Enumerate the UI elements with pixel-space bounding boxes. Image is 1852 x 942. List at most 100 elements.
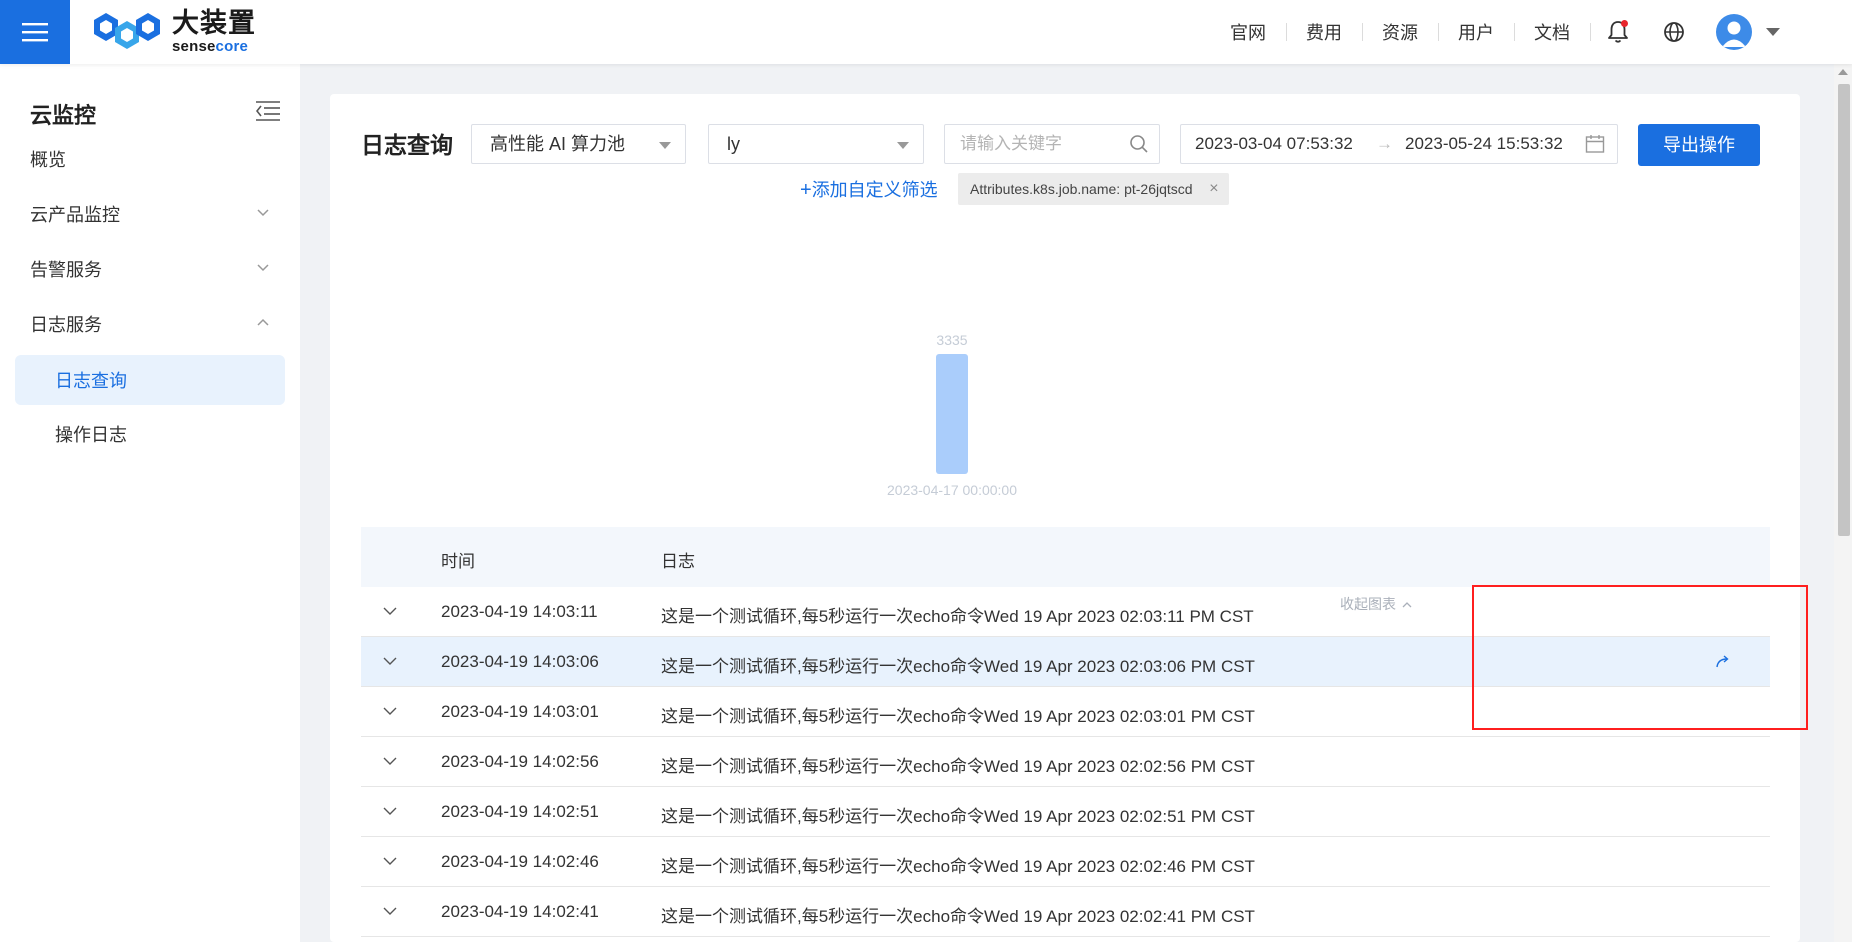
row-time: 2023-04-19 14:02:41 (441, 902, 599, 921)
project-select-value: ly (727, 134, 740, 154)
row-time: 2023-04-19 14:03:01 (441, 702, 599, 721)
chevron-down-icon (1766, 28, 1780, 36)
table-row[interactable]: 2023-04-19 14:02:46 这是一个测试循环,每5秒运行一次echo命… (361, 837, 1770, 887)
nav-resources[interactable]: 资源 (1362, 19, 1438, 45)
table-row[interactable]: 2023-04-19 14:03:06 这是一个测试循环,每5秒运行一次echo命… (361, 637, 1770, 687)
table-row[interactable]: 2023-04-19 14:03:11 这是一个测试循环,每5秒运行一次echo命… (361, 587, 1770, 637)
row-time: 2023-04-19 14:02:56 (441, 752, 599, 771)
top-nav: 官网 费用 资源 用户 文档 (1210, 0, 1852, 64)
table-row[interactable]: 2023-04-19 14:02:51 这是一个测试循环,每5秒运行一次echo命… (361, 787, 1770, 837)
chevron-down-icon[interactable] (383, 654, 397, 668)
sidebar-item-label: 概览 (30, 150, 66, 170)
sidebar-subitem-label: 日志查询 (55, 371, 127, 391)
sidebar-subitem-log-query[interactable]: 日志查询 (15, 355, 285, 405)
chevron-down-icon (897, 142, 909, 149)
chart-x-tick-label: 2023-04-17 00:00:00 (887, 482, 1017, 498)
row-log-message: 这是一个测试循环,每5秒运行一次echo命令Wed 19 Apr 2023 02… (661, 757, 1255, 776)
export-button[interactable]: 导出操作 (1638, 124, 1760, 166)
keyword-search (944, 124, 1160, 164)
add-filter-label: 添加自定义筛选 (811, 180, 938, 200)
sidebar-item-label: 日志服务 (30, 315, 102, 335)
sidebar-item-cloud-product-monitoring[interactable]: 云产品监控 (30, 201, 270, 227)
filter-tag: Attributes.k8s.job.name: pt-26jqtscd × (958, 173, 1229, 205)
logo-subtitle: sensecore (172, 38, 249, 55)
chevron-down-icon (257, 264, 269, 272)
chevron-down-icon[interactable] (383, 804, 397, 818)
sidebar-title: 云监控 (30, 103, 97, 128)
globe-icon (1664, 22, 1684, 42)
row-time: 2023-04-19 14:02:46 (441, 852, 599, 871)
column-header-log: 日志 (661, 552, 695, 571)
column-header-time: 时间 (441, 552, 475, 571)
chevron-down-icon[interactable] (383, 754, 397, 768)
table-row[interactable]: 2023-04-19 14:02:41 这是一个测试循环,每5秒运行一次echo命… (361, 887, 1770, 937)
logo-title: 大装置 (172, 8, 256, 38)
share-icon[interactable] (1715, 653, 1731, 669)
table-body: 2023-04-19 14:03:11 这是一个测试循环,每5秒运行一次echo命… (361, 587, 1770, 937)
date-start: 2023-03-04 07:53:32 (1195, 134, 1353, 153)
nav-billing[interactable]: 费用 (1286, 19, 1362, 45)
project-select[interactable]: ly (708, 124, 924, 164)
row-time: 2023-04-19 14:03:06 (441, 652, 599, 671)
sidebar-item-label: 云产品监控 (30, 205, 120, 225)
close-icon[interactable]: × (1209, 173, 1218, 205)
nav-users[interactable]: 用户 (1438, 19, 1514, 45)
chevron-down-icon (257, 209, 269, 217)
search-input[interactable] (958, 125, 1132, 163)
add-custom-filter-button[interactable]: +添加自定义筛选 (800, 176, 938, 202)
table-header: 时间 日志 (361, 527, 1770, 587)
chevron-up-icon (257, 318, 269, 326)
page-title: 日志查询 (361, 132, 453, 158)
row-log-message: 这是一个测试循环,每5秒运行一次echo命令Wed 19 Apr 2023 02… (661, 707, 1255, 726)
user-avatar-icon (1716, 14, 1752, 50)
sidebar-item-label: 告警服务 (30, 260, 102, 280)
language-button[interactable] (1646, 0, 1702, 64)
sensecore-logo-icon (94, 13, 160, 49)
sidebar: 云监控 概览 云产品监控 告警服务 日志服务 日志查询 操作日志 (0, 64, 300, 942)
row-log-message: 这是一个测试循环,每5秒运行一次echo命令Wed 19 Apr 2023 02… (661, 657, 1255, 676)
chevron-down-icon[interactable] (383, 854, 397, 868)
nav-official-site[interactable]: 官网 (1210, 19, 1286, 45)
row-log-message: 这是一个测试循环,每5秒运行一次echo命令Wed 19 Apr 2023 02… (661, 607, 1254, 626)
row-log-message: 这是一个测试循环,每5秒运行一次echo命令Wed 19 Apr 2023 02… (661, 907, 1255, 926)
row-log-message: 这是一个测试循环,每5秒运行一次echo命令Wed 19 Apr 2023 02… (661, 857, 1255, 876)
sidebar-collapse-icon[interactable] (256, 100, 280, 122)
top-header: 大装置 sensecore 官网 费用 资源 用户 文档 (0, 0, 1852, 64)
pool-select[interactable]: 高性能 AI 算力池 (471, 124, 686, 164)
row-log-message: 这是一个测试循环,每5秒运行一次echo命令Wed 19 Apr 2023 02… (661, 807, 1255, 826)
plus-icon: + (800, 179, 812, 201)
table-row[interactable]: 2023-04-19 14:02:56 这是一个测试循环,每5秒运行一次echo命… (361, 737, 1770, 787)
menu-icon (22, 23, 48, 42)
row-time: 2023-04-19 14:03:11 (441, 602, 598, 621)
brand-logo[interactable]: 大装置 sensecore (92, 8, 256, 56)
chevron-down-icon[interactable] (383, 604, 397, 618)
chart-bar[interactable] (936, 354, 968, 474)
sidebar-item-log-service[interactable]: 日志服务 (30, 311, 270, 337)
date-separator: → (1376, 134, 1393, 153)
menu-button[interactable] (0, 0, 70, 64)
date-end: 2023-05-24 15:53:32 (1405, 134, 1563, 153)
user-menu[interactable] (1702, 0, 1802, 64)
chevron-down-icon[interactable] (383, 704, 397, 718)
chevron-down-icon (659, 142, 671, 149)
date-range-picker[interactable]: 2023-03-04 07:53:32 → 2023-05-24 15:53:3… (1180, 124, 1618, 164)
chart-data-label: 3335 (936, 332, 967, 348)
sidebar-item-alert-service[interactable]: 告警服务 (30, 256, 270, 282)
notification-dot (1621, 20, 1628, 27)
sidebar-subitem-label: 操作日志 (55, 425, 127, 445)
filter-tag-label: Attributes.k8s.job.name: pt-26jqtscd (970, 181, 1193, 197)
row-time: 2023-04-19 14:02:51 (441, 802, 599, 821)
log-query-panel: 日志查询 高性能 AI 算力池 ly 2023-03-04 07:53:32 →… (330, 94, 1800, 942)
scroll-up-arrow[interactable] (1838, 69, 1848, 75)
log-table: 时间 日志 2023-04-19 14:03:11 这是一个测试循环,每5秒运行一… (361, 527, 1770, 937)
nav-docs[interactable]: 文档 (1514, 19, 1590, 45)
calendar-icon (1585, 135, 1605, 153)
sidebar-subitem-operation-log[interactable]: 操作日志 (55, 421, 127, 447)
table-row[interactable]: 2023-04-19 14:03:01 这是一个测试循环,每5秒运行一次echo命… (361, 687, 1770, 737)
search-icon[interactable] (1129, 134, 1149, 154)
sidebar-item-overview[interactable]: 概览 (30, 146, 270, 172)
scrollbar-thumb[interactable] (1838, 84, 1850, 536)
pool-select-value: 高性能 AI 算力池 (490, 134, 626, 154)
notification-button[interactable] (1590, 0, 1646, 64)
chevron-down-icon[interactable] (383, 904, 397, 918)
